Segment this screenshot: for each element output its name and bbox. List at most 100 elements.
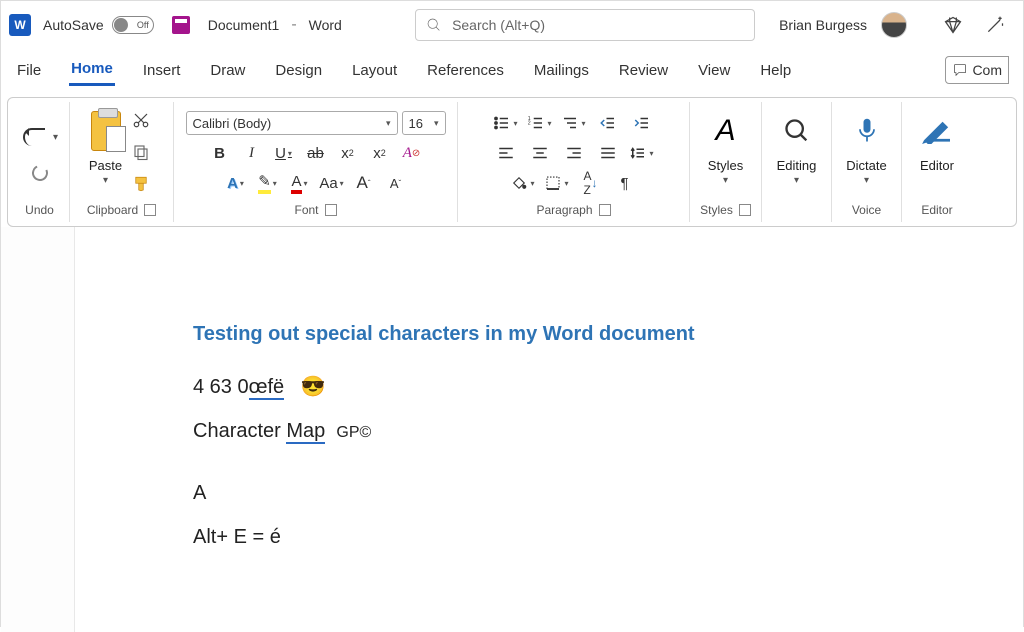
undo-group-label: Undo [25,200,54,220]
grow-font-button[interactable]: Aˆ [351,171,377,195]
tab-design[interactable]: Design [273,56,324,85]
tab-mailings[interactable]: Mailings [532,56,591,85]
align-center-button[interactable] [526,141,554,165]
paragraph-launcher[interactable] [599,204,611,216]
show-marks-button[interactable]: ¶ [611,171,639,195]
styles-launcher[interactable] [739,204,751,216]
ribbon-tabs: File Home Insert Draw Design Layout Refe… [1,49,1023,91]
comments-button[interactable]: Com [945,56,1009,84]
indent-icon [633,114,651,132]
clear-formatting-button[interactable]: A⊘ [399,141,425,165]
paste-button[interactable]: Paste ▾ [89,104,122,200]
editor-button[interactable]: Editor [920,104,954,200]
justify-button[interactable] [594,141,622,165]
styles-group-label: Styles [700,203,733,217]
dictate-button[interactable]: Dictate ▾ [846,104,886,200]
align-right-button[interactable] [560,141,588,165]
user-avatar[interactable] [881,12,907,38]
spacing-icon [629,144,647,162]
brush-icon [132,175,150,193]
styles-button[interactable]: A Styles ▾ [708,104,743,200]
voice-group-label: Voice [852,200,881,220]
shrink-font-button[interactable]: Aˇ [383,171,409,195]
font-name-combo[interactable]: Calibri (Body)▾ [186,111,398,135]
autosave-toggle[interactable]: Off [112,16,154,34]
change-case-button[interactable]: Aa [319,171,345,195]
doc-line-4[interactable]: Alt+ E = é [193,524,905,550]
tab-help[interactable]: Help [758,56,793,85]
font-color-button[interactable]: A [287,171,313,195]
strikethrough-button[interactable]: ab [303,141,329,165]
borders-button[interactable] [543,171,571,195]
multilevel-list-button[interactable] [560,111,588,135]
tab-review[interactable]: Review [617,56,670,85]
font-launcher[interactable] [325,204,337,216]
redo-button[interactable] [27,161,53,185]
tab-insert[interactable]: Insert [141,56,183,85]
font-size-combo[interactable]: 16▾ [402,111,446,135]
cut-button[interactable] [128,108,154,132]
line2-error-text: Map [286,420,325,444]
editor-label: Editor [920,158,954,173]
bold-button[interactable]: B [207,141,233,165]
editing-label: Editing [777,158,817,173]
doc-line-1[interactable]: 4 63 0œfë 😎 [193,374,905,400]
title-bar: W AutoSave Off Document1 - Word Search (… [1,1,1023,49]
doc-line-3[interactable]: A [193,480,905,506]
editing-button[interactable]: Editing ▾ [777,104,817,200]
diamond-icon[interactable] [943,15,963,35]
line-spacing-button[interactable] [628,141,656,165]
numbering-button[interactable]: 12 [526,111,554,135]
tab-references[interactable]: References [425,56,506,85]
align-left-icon [497,144,515,162]
decrease-indent-button[interactable] [594,111,622,135]
highlight-button[interactable]: ✎ [255,171,281,195]
font-name-value: Calibri (Body) [193,116,272,131]
sort-button[interactable]: AZ↓ [577,171,605,195]
line2-text-c: GP© [336,424,371,441]
multilevel-icon [561,114,579,132]
microphone-icon [856,117,878,145]
bullets-icon [493,114,511,132]
borders-icon [544,174,562,192]
tab-layout[interactable]: Layout [350,56,399,85]
align-left-button[interactable] [492,141,520,165]
superscript-button[interactable]: x2 [367,141,393,165]
document-title[interactable]: Document1 [208,17,280,33]
tab-draw[interactable]: Draw [208,56,247,85]
format-painter-button[interactable] [128,172,154,196]
subscript-button[interactable]: x2 [335,141,361,165]
wand-icon[interactable] [985,15,1005,35]
text-effects-button[interactable]: A [223,171,249,195]
increase-indent-button[interactable] [628,111,656,135]
undo-button[interactable] [21,125,47,149]
copy-button[interactable] [128,140,154,164]
bullets-button[interactable] [492,111,520,135]
undo-dropdown[interactable]: ▾ [53,132,58,143]
font-size-value: 16 [409,116,423,131]
search-icon [426,17,442,33]
tab-view[interactable]: View [696,56,732,85]
save-icon[interactable] [172,16,190,34]
shading-button[interactable] [509,171,537,195]
user-name[interactable]: Brian Burgess [779,17,867,33]
word-app-icon: W [9,14,31,36]
clipboard-launcher[interactable] [144,204,156,216]
clipboard-icon [91,111,121,151]
bucket-icon [510,174,528,192]
toggle-knob-icon [114,18,128,32]
dictate-label: Dictate [846,158,886,173]
editor-pen-icon [922,118,952,144]
find-icon [783,117,811,145]
doc-heading[interactable]: Testing out special characters in my Wor… [193,323,905,346]
underline-button[interactable]: U [271,141,297,165]
tab-file[interactable]: File [15,56,43,85]
line2-text-a: Character [193,420,286,442]
search-box[interactable]: Search (Alt+Q) [415,9,755,41]
tab-home[interactable]: Home [69,54,115,86]
italic-button[interactable]: I [239,141,265,165]
paragraph-group-label: Paragraph [536,203,592,217]
document-page[interactable]: Testing out special characters in my Wor… [75,227,1023,632]
align-right-icon [565,144,583,162]
doc-line-2[interactable]: Character Map GP© [193,418,905,444]
